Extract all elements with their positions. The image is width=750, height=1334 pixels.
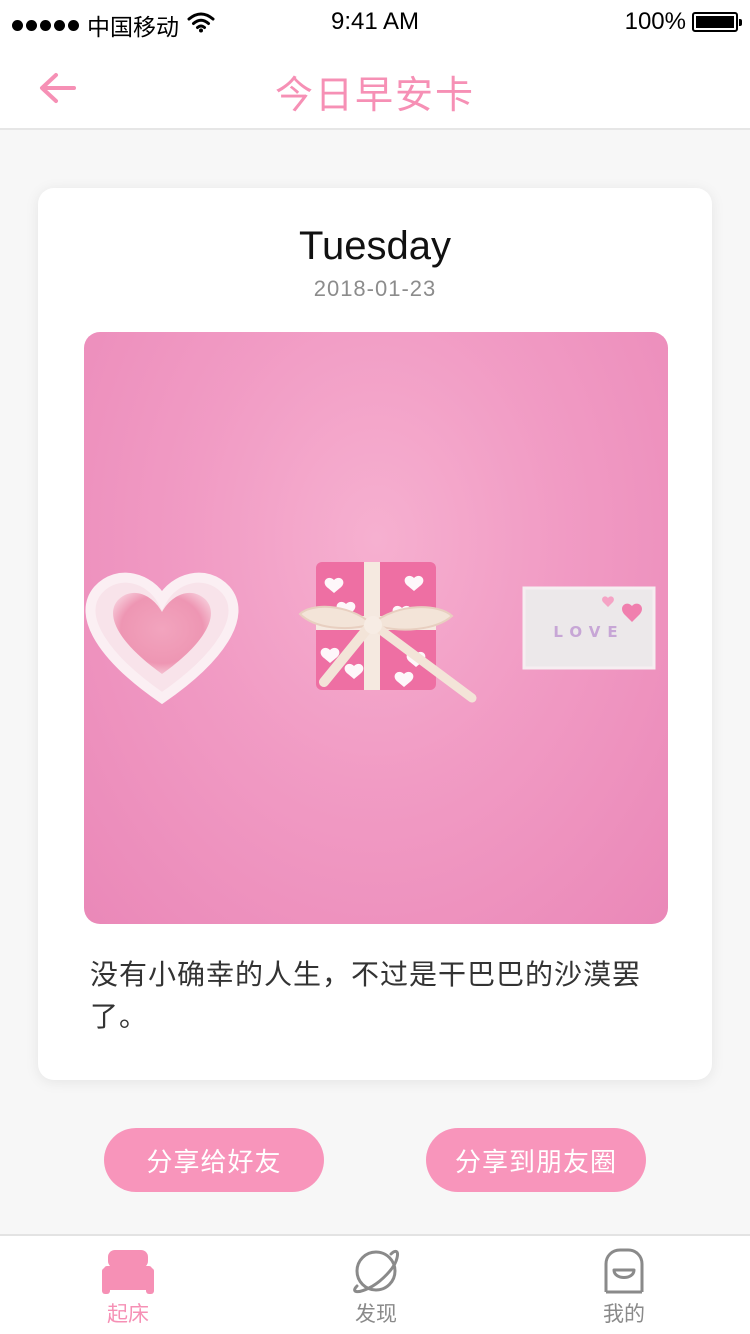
- battery-icon: [692, 12, 742, 32]
- battery-percent: 100%: [624, 8, 686, 35]
- battery-fill: [696, 16, 734, 28]
- date-text: 2018-01-23: [313, 276, 437, 301]
- felt-heart-image: [85, 572, 239, 705]
- planet-icon: [351, 1246, 401, 1296]
- nav-bar: 今日早安卡: [0, 44, 750, 130]
- tab-bar: 起床 发现 我的: [0, 1234, 750, 1334]
- love-card-text: LOVE: [553, 623, 624, 641]
- quote-text: 没有小确幸的人生，不过是干巴巴的沙漠罢了。: [90, 958, 642, 1033]
- bed-icon: [102, 1246, 154, 1296]
- tab-mine[interactable]: 我的: [499, 1236, 749, 1334]
- love-card-image: LOVE: [522, 586, 656, 670]
- gift-box-image: [298, 562, 477, 703]
- profile-icon: [601, 1246, 647, 1296]
- card-photo: LOVE: [84, 332, 668, 924]
- tab-label: 发现: [355, 1302, 397, 1326]
- page-title: 今日早安卡: [274, 73, 475, 117]
- status-bar: 中国移动 9:41 AM 100%: [0, 0, 750, 44]
- share-to-friend-button[interactable]: 分享给好友: [104, 1128, 324, 1192]
- status-right: 100%: [624, 8, 742, 36]
- tab-discover[interactable]: 发现: [251, 1236, 501, 1334]
- day-name: Tuesday: [299, 224, 451, 268]
- share-to-moments-button[interactable]: 分享到朋友圈: [426, 1128, 646, 1192]
- tab-label: 起床: [107, 1302, 149, 1326]
- morning-card: Tuesday 2018-01-23 LOVE 没有小确幸的人生，不过是干巴巴的…: [38, 188, 712, 1080]
- tab-wake-up[interactable]: 起床: [3, 1236, 253, 1334]
- tab-label: 我的: [603, 1302, 645, 1326]
